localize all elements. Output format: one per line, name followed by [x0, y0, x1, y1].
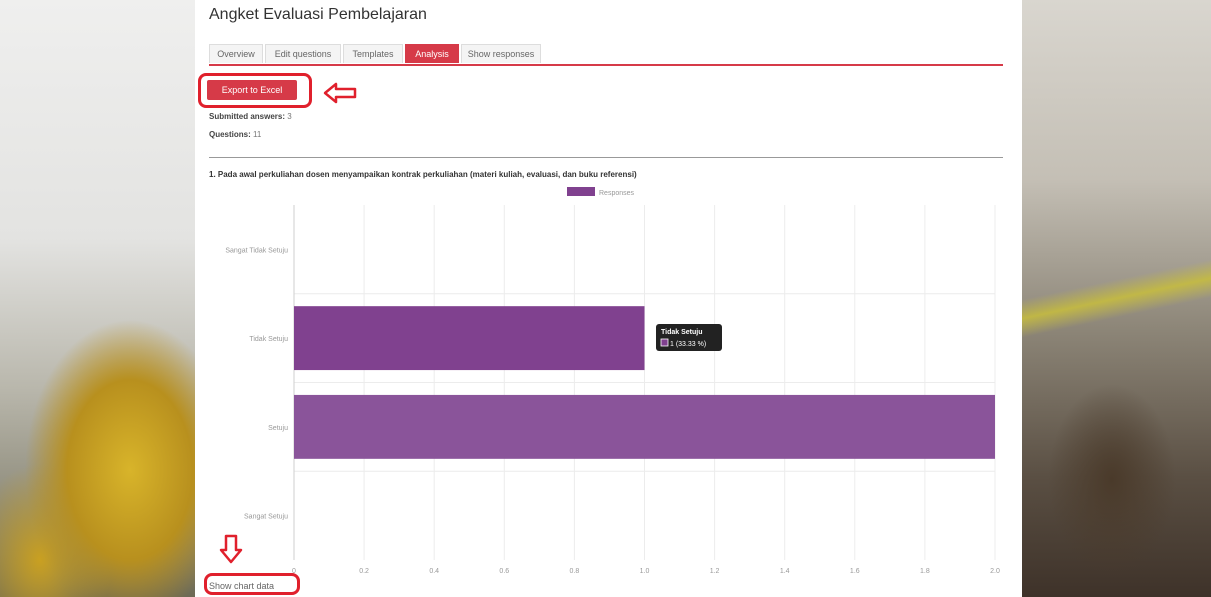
- tooltip-swatch: [660, 338, 669, 347]
- background-left: [0, 0, 195, 597]
- arrow-down-icon: [219, 534, 243, 564]
- x-tick-label: 1.4: [780, 568, 790, 575]
- x-tick-label: 1.2: [710, 568, 720, 575]
- x-tick-label: 0.4: [429, 568, 439, 575]
- x-tick-label: 0.2: [359, 568, 369, 575]
- page-panel: Angket Evaluasi Pembelajaran Overview Ed…: [195, 0, 1022, 597]
- legend-label: Responses: [599, 190, 635, 197]
- x-tick-label: 1.8: [920, 568, 930, 575]
- legend-swatch: [567, 187, 595, 196]
- y-category-label: Sangat Setuju: [244, 514, 288, 521]
- tooltip-title: Tidak Setuju: [661, 329, 703, 336]
- x-tick-label: 0.6: [499, 568, 509, 575]
- y-category-label: Tidak Setuju: [249, 336, 288, 343]
- x-tick-label: 2.0: [990, 568, 1000, 575]
- x-tick-label: 1.0: [640, 568, 650, 575]
- y-category-label: Sangat Tidak Setuju: [225, 247, 288, 254]
- y-category-label: Setuju: [268, 425, 288, 432]
- x-tick-label: 0.8: [570, 568, 580, 575]
- chart-tooltip: Tidak Setuju 1 (33.33 %): [656, 324, 722, 351]
- bar[interactable]: [294, 394, 995, 459]
- responses-chart: 0 0.2 0.4 0.6 0.8 1.0 1.2 1.4 1.6 1.8 2.0Sangat Ti…: [225, 187, 1000, 575]
- bar[interactable]: [294, 306, 645, 371]
- tooltip-value: 1 (33.33 %): [670, 341, 706, 348]
- background-right: [1022, 0, 1211, 597]
- highlight-box-show-data: [204, 573, 300, 595]
- x-tick-label: 1.6: [850, 568, 860, 575]
